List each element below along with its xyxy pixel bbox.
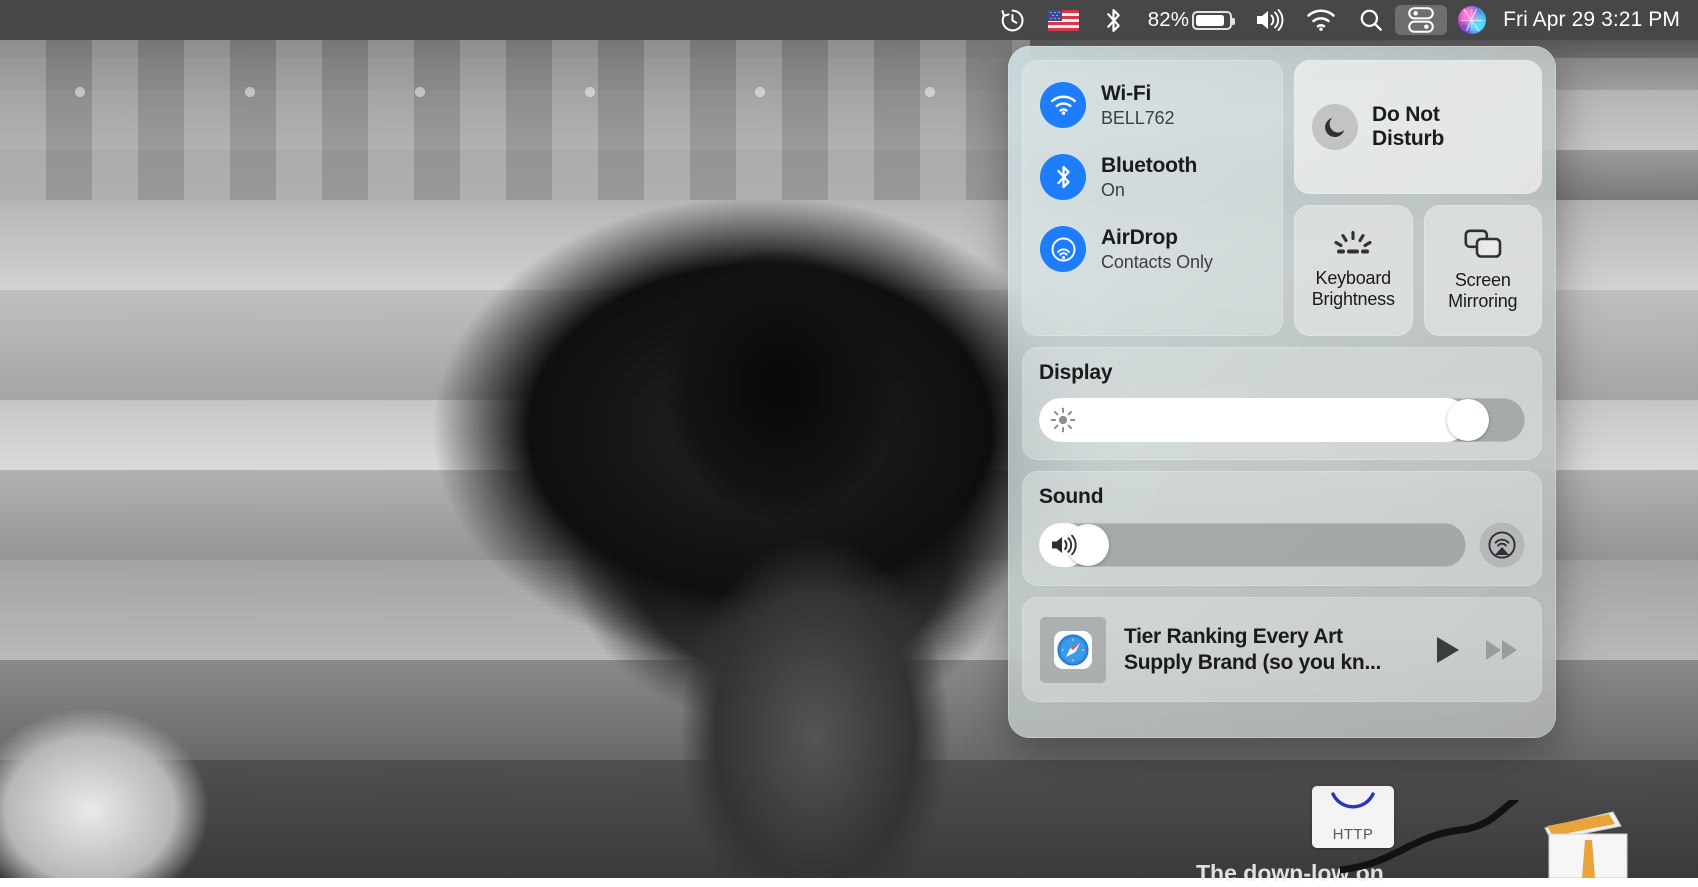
brightness-sun-icon	[1050, 407, 1076, 433]
speaker-icon	[1254, 7, 1284, 33]
menubar-control-center[interactable]	[1395, 5, 1447, 35]
menubar-wifi[interactable]	[1295, 5, 1347, 35]
us-flag-icon	[1048, 10, 1079, 31]
control-center-right-column: Do Not Disturb	[1294, 60, 1542, 336]
bluetooth-icon	[1101, 7, 1126, 34]
do-not-disturb-tile[interactable]: Do Not Disturb	[1294, 60, 1542, 194]
wallpaper-figure-secondary	[0, 700, 230, 878]
dnd-label-line2: Disturb	[1372, 127, 1444, 151]
toggle-airdrop-status: Contacts Only	[1101, 252, 1213, 273]
wifi-icon	[1306, 8, 1336, 32]
screen-mirroring-icon	[1464, 229, 1502, 259]
fast-forward-icon[interactable]	[1484, 635, 1520, 665]
menu-bar: 82%	[0, 0, 1698, 40]
menubar-input-language[interactable]	[1037, 5, 1090, 35]
connectivity-tile: Wi-Fi BELL762 Bluetooth On	[1022, 60, 1283, 336]
now-playing-controls	[1434, 635, 1524, 665]
screen-mirroring-line2: Mirroring	[1448, 291, 1517, 312]
display-section: Display	[1022, 347, 1542, 460]
display-slider-row	[1039, 398, 1525, 442]
sound-slider-row	[1039, 522, 1525, 568]
airplay-audio-button[interactable]	[1479, 522, 1525, 568]
wallpaper-curtain	[0, 40, 1030, 200]
play-icon[interactable]	[1434, 635, 1462, 665]
keyboard-brightness-label: Keyboard Brightness	[1312, 268, 1395, 310]
speaker-icon	[1050, 533, 1080, 557]
moon-icon	[1312, 104, 1358, 150]
now-playing-artwork	[1040, 617, 1106, 683]
smiley-icon	[1328, 790, 1378, 824]
menubar-clock-label: Fri Apr 29 3:21 PM	[1503, 8, 1680, 32]
display-slider-fill	[1039, 398, 1468, 442]
screen-mirroring-line1: Screen	[1448, 270, 1517, 291]
keyboard-brightness-line1: Keyboard	[1312, 268, 1395, 289]
display-title: Display	[1039, 361, 1525, 385]
wifi-icon	[1040, 82, 1086, 128]
search-icon	[1358, 7, 1384, 33]
toggle-wifi-status: BELL762	[1101, 108, 1174, 129]
now-playing-section[interactable]: Tier Ranking Every Art Supply Brand (so …	[1022, 597, 1542, 702]
airdrop-icon	[1040, 226, 1086, 272]
bluetooth-icon	[1040, 154, 1086, 200]
menubar-volume[interactable]	[1243, 5, 1295, 35]
siri-orb-icon	[1458, 6, 1486, 34]
menubar-siri[interactable]	[1447, 5, 1497, 35]
display-slider-knob[interactable]	[1447, 399, 1489, 441]
sound-section: Sound	[1022, 471, 1542, 586]
safari-icon	[1054, 631, 1092, 669]
menubar-spotlight[interactable]	[1347, 5, 1395, 35]
battery-percent-label: 82%	[1148, 8, 1192, 32]
toggle-airdrop[interactable]: AirDrop Contacts Only	[1040, 226, 1283, 273]
toggle-bluetooth[interactable]: Bluetooth On	[1040, 154, 1283, 201]
menubar-time-machine[interactable]	[988, 5, 1037, 35]
menubar-clock[interactable]: Fri Apr 29 3:21 PM	[1497, 5, 1698, 35]
keyboard-brightness-tile[interactable]: Keyboard Brightness	[1294, 205, 1413, 336]
quick-tiles-row: Keyboard Brightness Screen Mirroring	[1294, 205, 1542, 336]
control-center-icon	[1406, 6, 1436, 34]
toggle-bluetooth-title: Bluetooth	[1101, 154, 1197, 178]
desktop-icon-document[interactable]	[1543, 800, 1635, 878]
battery-icon	[1192, 11, 1232, 30]
menubar-battery[interactable]: 82%	[1137, 5, 1243, 35]
clock-history-icon	[999, 7, 1026, 34]
screen-mirroring-tile[interactable]: Screen Mirroring	[1424, 205, 1543, 336]
wallpaper-figure	[600, 215, 1020, 878]
airplay-audio-icon	[1487, 530, 1517, 560]
toggle-bluetooth-status: On	[1101, 180, 1197, 201]
control-center-top-row: Wi-Fi BELL762 Bluetooth On	[1022, 60, 1542, 336]
keyboard-brightness-icon	[1331, 231, 1375, 257]
menubar-bluetooth[interactable]	[1090, 5, 1137, 35]
battery-fill	[1196, 15, 1224, 26]
display-brightness-slider[interactable]	[1039, 398, 1525, 442]
toggle-airdrop-title: AirDrop	[1101, 226, 1213, 250]
keyboard-brightness-line2: Brightness	[1312, 289, 1395, 310]
control-center-panel: Wi-Fi BELL762 Bluetooth On	[1008, 46, 1556, 738]
toggle-wifi[interactable]: Wi-Fi BELL762	[1040, 82, 1283, 129]
now-playing-title: Tier Ranking Every Art Supply Brand (so …	[1124, 624, 1416, 674]
do-not-disturb-label: Do Not Disturb	[1372, 103, 1444, 152]
desktop-icon-http-label: HTTP	[1333, 826, 1374, 843]
sound-title: Sound	[1039, 485, 1525, 509]
toggle-wifi-title: Wi-Fi	[1101, 82, 1174, 106]
screen-mirroring-label: Screen Mirroring	[1448, 270, 1517, 312]
sound-volume-slider[interactable]	[1039, 523, 1466, 567]
dnd-label-line1: Do Not	[1372, 103, 1444, 127]
desktop-icon-http[interactable]: HTTP	[1312, 786, 1394, 848]
